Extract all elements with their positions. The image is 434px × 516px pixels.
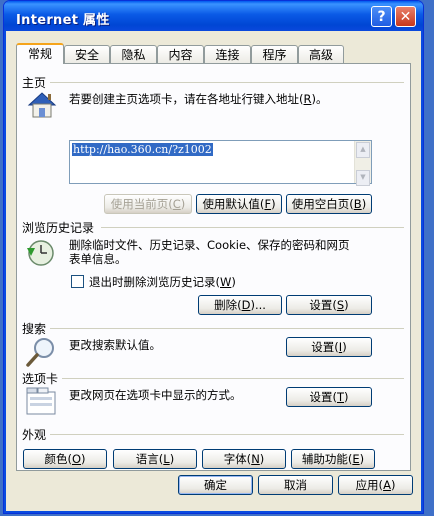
close-icon: ✕ [399, 9, 412, 25]
scroll-down-icon[interactable]: ▼ [356, 170, 370, 186]
help-icon: ? [377, 9, 386, 25]
accessibility-button[interactable]: 辅助功能(E) [291, 449, 375, 469]
url-scrollbar[interactable]: ▲ ▼ [354, 141, 371, 186]
homepage-description: 若要创建主页选项卡，请在各地址行键入地址(R)。 [69, 92, 328, 106]
internet-options-window: Internet 属性 ? ✕ 常规 安全 隐私 内容 连接 程序 高级 主页 … [3, 0, 424, 514]
delete-history-button[interactable]: 删除(D)... [198, 295, 282, 315]
tabs-settings-button[interactable]: 设置(T) [286, 387, 372, 407]
apply-button[interactable]: 应用(A) [338, 475, 413, 495]
colors-button[interactable]: 颜色(O) [23, 449, 107, 469]
cancel-button[interactable]: 取消 [258, 475, 333, 495]
use-default-button[interactable]: 使用默认值(F) [196, 194, 282, 214]
dialog-body: 常规 安全 隐私 内容 连接 程序 高级 主页 若要创建主页选项卡，请在各地址行… [8, 31, 419, 509]
general-panel: 主页 若要创建主页选项卡，请在各地址行键入地址(R)。 http://hao.3… [16, 63, 411, 471]
history-description-line2: 表单信息。 [69, 252, 127, 266]
divider [50, 434, 404, 435]
divider [50, 328, 404, 329]
divider [101, 227, 404, 228]
appearance-group-title: 外观 [22, 428, 47, 442]
tab-general[interactable]: 常规 [16, 43, 64, 64]
tabs-description: 更改网页在选项卡中显示的方式。 [69, 388, 242, 402]
tab-content[interactable]: 内容 [157, 45, 204, 63]
window-title: Internet 属性 [16, 13, 110, 28]
search-icon [26, 338, 54, 367]
use-current-button[interactable]: 使用当前页(C) [104, 194, 192, 214]
tab-programs[interactable]: 程序 [251, 45, 298, 63]
divider [62, 378, 404, 379]
delete-on-exit-checkbox[interactable] [71, 275, 84, 288]
home-icon [27, 92, 57, 118]
tab-security[interactable]: 安全 [64, 45, 110, 63]
history-group-title: 浏览历史记录 [22, 221, 95, 235]
use-blank-button[interactable]: 使用空白页(B) [286, 194, 372, 214]
delete-on-exit-label[interactable]: 退出时删除浏览历史记录(W) [89, 275, 236, 289]
help-button[interactable]: ? [371, 6, 392, 27]
scroll-up-icon[interactable]: ▲ [356, 142, 370, 158]
close-button[interactable]: ✕ [395, 6, 416, 27]
tab-connections[interactable]: 连接 [204, 45, 251, 63]
title-bar[interactable]: Internet 属性 ? ✕ [4, 1, 423, 31]
search-description: 更改搜索默认值。 [69, 338, 161, 352]
tab-advanced[interactable]: 高级 [298, 45, 344, 63]
tabbed-browsing-icon [26, 387, 56, 415]
divider [50, 82, 404, 83]
homepage-url-input[interactable]: http://hao.360.cn/?z1002 ▲ ▼ [69, 140, 372, 186]
homepage-url-text: http://hao.360.cn/?z1002 [72, 143, 213, 156]
languages-button[interactable]: 语言(L) [113, 449, 197, 469]
history-description-line1: 删除临时文件、历史记录、Cookie、保存的密码和网页 [69, 238, 350, 252]
history-settings-button[interactable]: 设置(S) [286, 295, 372, 315]
search-group-title: 搜索 [22, 322, 47, 336]
search-settings-button[interactable]: 设置(I) [286, 337, 372, 357]
ok-button[interactable]: 确定 [178, 475, 253, 495]
history-clock-icon [27, 240, 54, 266]
fonts-button[interactable]: 字体(N) [202, 449, 286, 469]
tab-privacy[interactable]: 隐私 [110, 45, 157, 63]
